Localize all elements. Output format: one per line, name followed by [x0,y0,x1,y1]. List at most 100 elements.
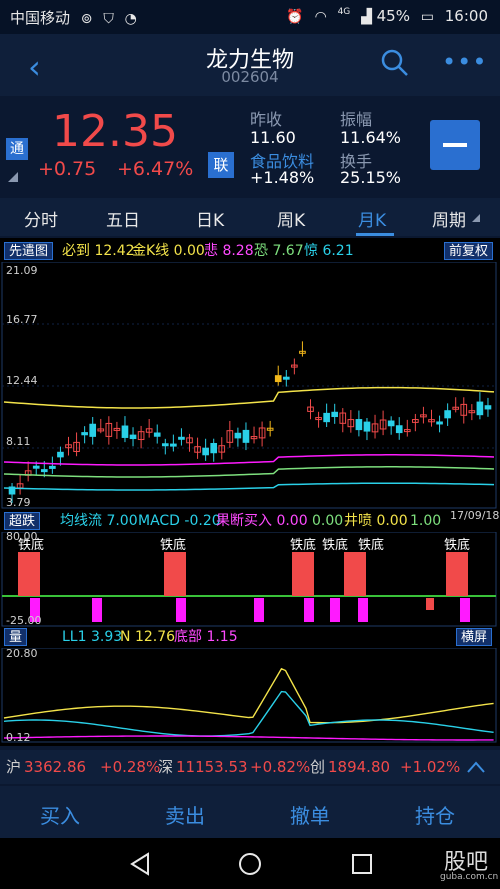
macd-chart[interactable]: 铁底 铁底 铁底 铁底 铁底 铁底 [0,532,500,628]
battery-icon: ▭ [420,9,434,25]
kline-candle [32,465,40,469]
prev-close-label: 昨收 [250,110,283,129]
tab-week-k[interactable]: 周K [277,206,305,231]
y-label-3: 12.44 [6,374,38,387]
sh-value: 3362.86 [24,758,87,776]
kline-chart[interactable] [0,262,500,510]
sell-button[interactable]: 卖出 [165,800,205,829]
ma-line-green [3,466,495,478]
kline-candle [484,405,492,410]
sz-pct: +0.82% [250,758,311,776]
macd-hist-bar [330,598,340,622]
buy-button[interactable]: 买入 [40,800,80,829]
period-tabs: 分时 五日 日K 周K 月K 周期 [0,198,500,236]
chart-frame [1,262,497,509]
macd-hist-bar [92,598,102,622]
ll1-value: 3.93 [90,629,123,645]
last-value: 1.00 [410,513,442,529]
osc-magenta [3,735,494,741]
vol-frame [1,648,497,743]
fuquan-tag[interactable]: 前复权 [444,242,494,260]
macd-chart-tag[interactable]: 超跌 [4,512,41,530]
kline-candle [153,432,161,437]
wifi-icon: ◠ [314,9,327,25]
landscape-button[interactable]: 横屏 [456,628,493,646]
signal-bar [164,552,186,596]
speed-icon: ◔ [124,11,137,27]
lian-badge[interactable]: 联 [208,152,234,178]
macd-label: MACD [138,513,180,529]
volume-chart[interactable] [0,648,500,744]
kline-candle [282,376,290,380]
cancel-order-button[interactable]: 撤单 [290,800,330,829]
tong-badge[interactable]: 通 [6,138,28,160]
macd-indicator-bar: 超跌 均线流 7.00 MACD -0.20 果断买入 0.00 0.00 井喷… [0,510,500,532]
kline-candle [210,442,218,454]
period-dropdown-icon[interactable] [472,214,480,222]
kline-candle [170,443,177,447]
kline-candle [436,421,443,425]
current-price: 12.35 [52,106,178,157]
kline-candle [323,412,330,423]
remove-watchlist-button[interactable] [430,120,480,170]
bizhang-label: 必到 [62,243,90,259]
nav-recent-icon[interactable] [350,852,374,876]
kline-candle [49,465,56,469]
shield-icon: ⛉ [103,11,114,27]
kline-candle [234,432,242,439]
market-index-bar[interactable]: 沪 3362.86 +0.28% 深 11153.53 +0.82% 创 189… [0,750,500,784]
y-label-top: 21.09 [6,264,38,277]
sz-value: 11153.53 [176,758,248,776]
kline-candle [355,419,363,431]
n-value: 12.76 [134,629,176,645]
tab-five-day[interactable]: 五日 [106,206,140,231]
vol-indicator-bar: 量 LL1 3.93 N 12.76 底部 1.15 横屏 [0,626,500,648]
osc-yellow [3,667,494,724]
tab-fenshi[interactable]: 分时 [24,206,58,231]
network-label: 4G [337,7,351,17]
app-root: 中国移动 ⊚ ⛉ ◔ ⏰ ◠ 4G ▟ 45% ▭ 16:00 ‹ 龙力生物 0… [0,0,500,889]
tab-period[interactable]: 周期 [432,206,466,231]
search-icon[interactable] [380,48,410,78]
kline-candle [57,451,64,458]
tab-day-k[interactable]: 日K [196,206,224,231]
nav-home-icon[interactable] [238,852,262,876]
expand-up-icon[interactable] [466,760,486,774]
y-label-4: 8.11 [6,435,31,448]
macd-hist-bar [426,598,434,610]
more-icon[interactable]: ••• [442,48,487,76]
industry-pct: +1.48% [250,168,315,187]
dibu-label: 底部 [174,629,202,645]
ll1-label: LL1 [62,629,87,645]
avg-value: 7.00 [106,513,138,529]
macd-hist-bar [176,598,186,622]
signal-bar [292,552,314,596]
signal-label: 铁底 [160,537,186,552]
y-label-2: 16.77 [6,313,38,326]
kline-candle [444,410,451,419]
jing-label: 惊 [304,243,318,259]
kline-candle [178,436,185,440]
macd-frame [1,532,497,627]
nav-back-icon[interactable] [128,852,152,876]
position-button[interactable]: 持仓 [415,800,455,829]
main-chart-tag[interactable]: 先遣图 [4,242,54,260]
kline-candle [202,447,209,456]
chart-area[interactable]: 先遣图 必到 12.42 金K线 0.00 悲 8.28 恐 7.67 惊 6.… [0,238,500,746]
signal-label: 铁底 [444,537,470,552]
y-label-bottom: 3.79 [6,496,31,509]
vol-y-bottom: 0.12 [6,731,31,744]
quote-panel: 通 12.35 +0.75 +6.47% 联 昨收 11.60 食品饮料 +1.… [0,96,500,192]
price-change: +0.75 [38,158,97,180]
bei-value: 8.28 [222,243,254,259]
signal-bar [344,552,366,596]
macd-y-top: 80.00 [6,530,38,543]
alarm-icon: ⏰ [286,9,304,25]
dibu-value: 1.15 [206,629,238,645]
tab-month-k[interactable]: 月K [358,206,386,231]
system-nav-bar: 股吧 guba.com.cn [0,838,500,889]
n-label: N [120,629,131,645]
sh-pct: +0.28% [100,758,161,776]
watermark-url: guba.com.cn [440,872,499,882]
vol-chart-tag[interactable]: 量 [4,628,28,646]
